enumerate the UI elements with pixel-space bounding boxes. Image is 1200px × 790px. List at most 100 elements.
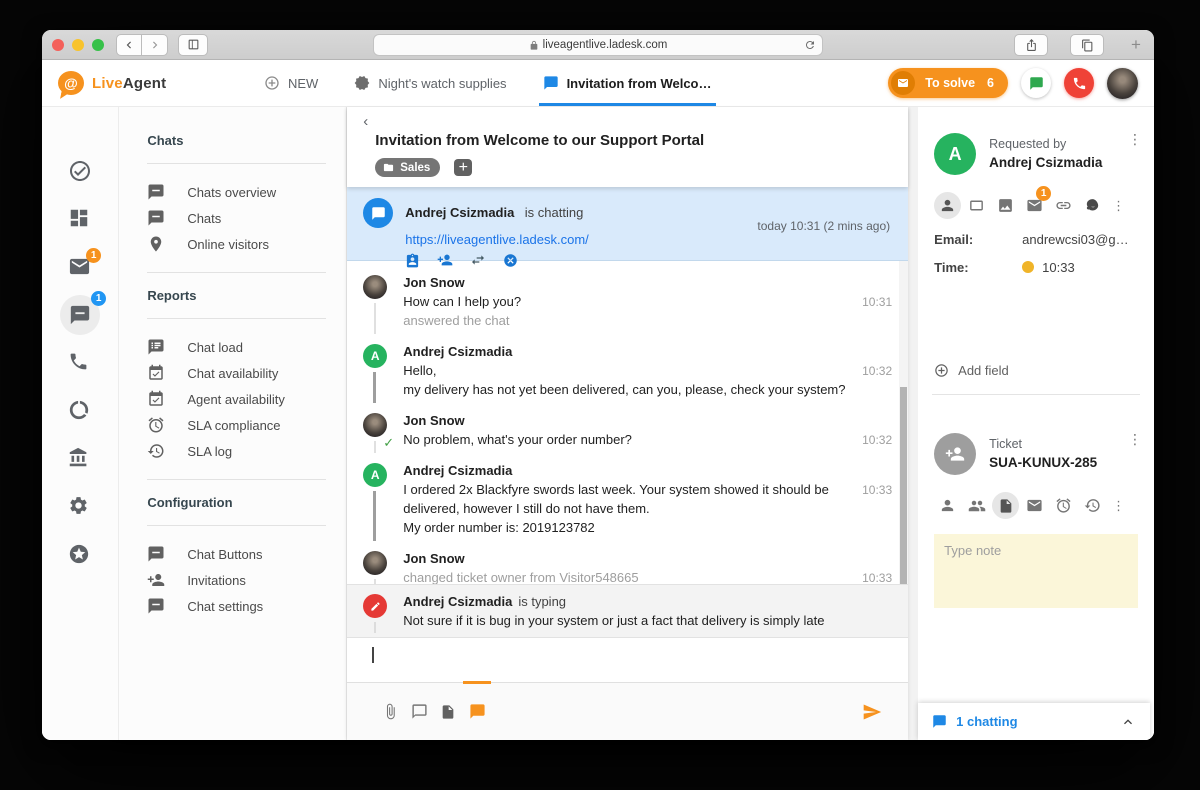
ticket-avatar[interactable]: [934, 433, 977, 475]
rail-calls-button[interactable]: [68, 351, 92, 375]
typing-text: Not sure if it is bug in your system or …: [403, 613, 825, 628]
chats-status-button[interactable]: [1021, 68, 1051, 98]
visitor-name: Andrej Csizmadia: [405, 205, 515, 220]
tab-nights-watch-supplies[interactable]: Night's watch supplies: [354, 60, 507, 106]
ticket-mail-button[interactable]: [1021, 492, 1048, 519]
zoom-window-button[interactable]: [92, 38, 104, 51]
rail-tickets-button[interactable]: 1: [68, 248, 102, 279]
nav-section-title: Reports: [147, 288, 197, 303]
nav-item-label: Chat settings: [187, 598, 264, 614]
nav-item-label: Chat availability: [187, 365, 279, 381]
reload-button[interactable]: [804, 39, 816, 51]
browser-back-button[interactable]: [116, 33, 142, 56]
chat-start-time: today 10:31 (2 mins ago): [757, 219, 891, 233]
tab-invitation-active[interactable]: Invitation from Welco…: [538, 60, 716, 106]
tab-label: NEW: [288, 75, 319, 91]
file-icon: [1000, 498, 1011, 513]
collapse-chevron-icon[interactable]: [1120, 714, 1136, 730]
nav-item-chat-buttons[interactable]: Chat Buttons: [119, 541, 346, 567]
message: A Andrej Csizmadia I ordered 2x Blackfyr…: [347, 455, 908, 543]
message-line: I ordered 2x Blackfyre swords last week.…: [403, 482, 893, 516]
requester-profile-button[interactable]: [934, 192, 962, 219]
ticket-note-button-active[interactable]: [992, 492, 1020, 519]
rail-chats-button-active[interactable]: 1: [60, 291, 107, 335]
rail-settings-button[interactable]: [68, 495, 92, 519]
message-mode-button[interactable]: [408, 701, 430, 723]
requester-card-button[interactable]: [963, 192, 990, 219]
rail-tosolve-button[interactable]: [68, 159, 92, 183]
composer-toolbar: [347, 681, 909, 740]
close-window-button[interactable]: [52, 38, 64, 51]
mailchimp-button[interactable]: [1079, 192, 1106, 219]
message-author: Jon Snow: [403, 275, 465, 290]
nav-item-sla-compliance[interactable]: SLA compliance: [119, 412, 346, 438]
star-circle-icon: [69, 544, 89, 564]
ticket-menu-button[interactable]: ⋮: [1128, 431, 1142, 448]
phone-icon: [70, 353, 87, 370]
time-value: 10:33: [1022, 260, 1138, 275]
requester-avatar[interactable]: A: [934, 133, 977, 175]
nav-item-chat-settings[interactable]: Chat settings: [119, 593, 346, 619]
requester-menu-button[interactable]: ⋮: [1128, 131, 1142, 148]
nav-item-label: Invitations: [187, 572, 246, 588]
chatting-status-bar[interactable]: 1 chatting: [918, 703, 1151, 740]
calendar-check-icon: [149, 364, 164, 380]
tab-new[interactable]: NEW: [264, 60, 318, 106]
nav-item-online-visitors[interactable]: Online visitors: [119, 231, 346, 257]
nav-item-invitations[interactable]: Invitations: [119, 567, 346, 593]
browser-forward-button[interactable]: [142, 33, 168, 56]
to-solve-button[interactable]: To solve 6: [888, 68, 1008, 98]
add-field-button[interactable]: Add field: [934, 363, 1138, 378]
visitor-url-link[interactable]: https://liveagentlive.ladesk.com/: [405, 232, 892, 247]
rail-dashboard-button[interactable]: [68, 207, 92, 231]
add-tag-button[interactable]: +: [454, 159, 473, 176]
send-button[interactable]: [862, 702, 882, 722]
ticket-person-button[interactable]: [934, 492, 961, 519]
person-icon: [941, 199, 954, 212]
nav-item-label: SLA compliance: [187, 417, 281, 433]
chat-green-icon: [1029, 76, 1043, 90]
browser-new-tab-button[interactable]: +: [1126, 35, 1146, 55]
nav-item-chat-load[interactable]: Chat load: [119, 334, 346, 360]
liveagent-logo[interactable]: @ LiveAgent: [58, 71, 264, 95]
browser-sidebar-toggle[interactable]: [178, 33, 208, 56]
nav-item-chats-overview[interactable]: Chats overview: [119, 179, 346, 205]
scrollbar-thumb[interactable]: [900, 387, 908, 584]
nav-item-chat-availability[interactable]: Chat availability: [119, 360, 346, 386]
tag-sales[interactable]: Sales: [375, 158, 441, 177]
ticket-alarm-button[interactable]: [1050, 492, 1077, 519]
note-input[interactable]: [934, 534, 1139, 608]
nav-item-sla-log[interactable]: SLA log: [119, 438, 346, 464]
reply-input[interactable]: [347, 638, 909, 682]
chat-mode-button-active[interactable]: [466, 701, 488, 723]
rail-starred-button[interactable]: [68, 543, 92, 567]
requested-by-card: A Requested by Andrej Csizmadia ⋮: [934, 131, 1142, 175]
back-button[interactable]: ‹: [363, 114, 377, 129]
rail-academy-button[interactable]: [68, 447, 92, 471]
ticket-group-button[interactable]: [963, 492, 990, 519]
browser-tabs-button[interactable]: [1070, 34, 1104, 56]
minimize-window-button[interactable]: [72, 38, 84, 51]
ticket-history-button[interactable]: [1079, 492, 1106, 519]
ticket-actions: ⋮: [934, 492, 1138, 519]
nav-item-chats[interactable]: Chats: [119, 205, 346, 231]
browser-url-bar[interactable]: liveagentlive.ladesk.com: [373, 34, 823, 56]
loop-icon: [69, 400, 89, 420]
agent-avatar[interactable]: [1107, 67, 1138, 99]
requester-mail-button[interactable]: 1: [1021, 186, 1052, 219]
attach-file-button[interactable]: [379, 701, 401, 723]
requester-link-button[interactable]: [1050, 192, 1077, 219]
note-mode-button[interactable]: [437, 701, 459, 723]
phone-status-button[interactable]: [1064, 68, 1094, 98]
bank-icon: [69, 447, 87, 467]
requester-image-button[interactable]: [992, 192, 1019, 219]
nav-item-agent-availability[interactable]: Agent availability: [119, 386, 346, 412]
typing-avatar-icon: [363, 594, 388, 618]
browser-share-button[interactable]: [1014, 34, 1048, 56]
map-pin-icon: [151, 236, 162, 252]
ticket-panel: ‹ Invitation from Welcome to our Support…: [347, 107, 909, 740]
ticket-more-button[interactable]: ⋮: [1112, 498, 1125, 514]
requester-more-button[interactable]: ⋮: [1112, 198, 1125, 214]
rail-social-button[interactable]: [68, 399, 92, 423]
mail-icon: [1027, 499, 1042, 512]
